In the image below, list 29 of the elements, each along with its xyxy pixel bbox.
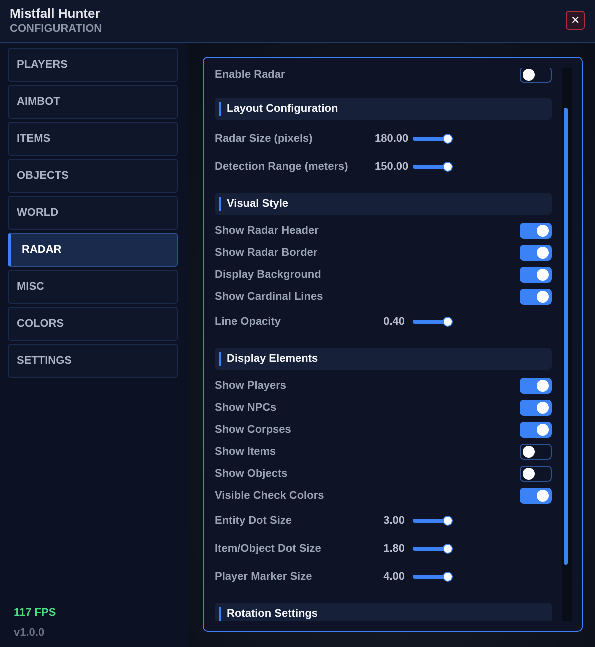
setting-label: Show Players <box>215 380 287 392</box>
section-header: Layout Configuration <box>215 98 552 120</box>
slider-value: 1.80 <box>382 543 405 555</box>
setting-label: Show Radar Border <box>215 247 318 259</box>
section-header: Display Elements <box>215 348 552 370</box>
slider-value: 0.40 <box>382 316 405 328</box>
setting-label: Show Radar Header <box>215 225 319 237</box>
section-header: Rotation Settings <box>215 603 552 621</box>
setting-label: Player Marker Size <box>215 571 312 583</box>
setting-label: Item/Object Dot Size <box>215 543 322 555</box>
fps-counter: 117 FPS <box>14 607 58 619</box>
slider-value: 4.00 <box>382 571 405 583</box>
setting-label: Show Items <box>215 446 276 458</box>
version-label: v1.0.0 <box>14 627 46 639</box>
setting-label: Display Background <box>215 269 322 281</box>
setting-label: Visible Check Colors <box>215 490 324 502</box>
window-subtitle: CONFIGURATION <box>10 23 102 35</box>
setting-label: Line Opacity <box>215 316 282 328</box>
setting-label: Show NPCs <box>215 402 277 414</box>
window-title: Mistfall Hunter <box>10 6 102 21</box>
section-header: Visual Style <box>215 193 552 215</box>
setting-label: Show Objects <box>215 468 288 480</box>
setting-label: Detection Range (meters) <box>215 161 348 173</box>
setting-label: Radar Size (pixels) <box>215 133 313 145</box>
setting-label: Show Corpses <box>215 424 292 436</box>
setting-label: Entity Dot Size <box>215 515 292 527</box>
setting-label: Show Cardinal Lines <box>215 291 324 303</box>
setting-label: Enable Radar <box>215 69 286 81</box>
slider-value: 3.00 <box>382 515 405 527</box>
